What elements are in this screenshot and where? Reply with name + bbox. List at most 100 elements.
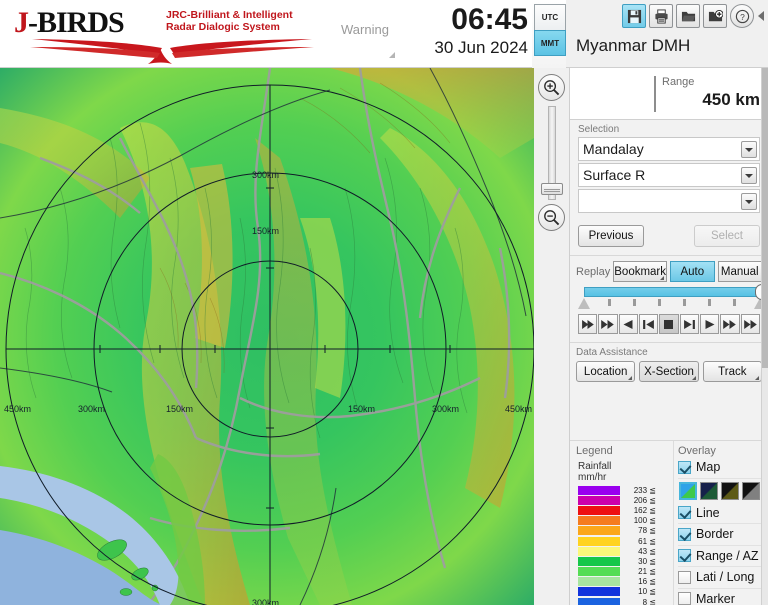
panel-collapse-arrow-icon[interactable] <box>758 11 764 21</box>
panel-scrollbar[interactable] <box>761 68 768 605</box>
zoom-slider-thumb[interactable] <box>541 183 563 195</box>
checkbox[interactable] <box>678 506 691 520</box>
range-divider <box>654 76 656 112</box>
print-button[interactable] <box>649 4 673 28</box>
panel-scrollbar-thumb[interactable] <box>762 68 768 368</box>
legend-title: Legend <box>576 445 613 457</box>
product-select-arrow[interactable] <box>741 167 757 184</box>
checkbox[interactable] <box>678 527 691 541</box>
legend-value: 206 ≦ <box>633 495 656 505</box>
track-button[interactable]: Track <box>702 361 762 382</box>
legend-swatch <box>578 485 620 495</box>
selection-buttons: Previous Select <box>570 221 768 255</box>
overlay-item-line[interactable]: Line <box>678 503 768 524</box>
help-button[interactable]: ? <box>730 4 754 28</box>
ring-label-top-300: 300km <box>252 170 279 180</box>
warning-panel[interactable]: Warning <box>336 0 398 68</box>
legend-row: 30 ≦ <box>576 556 673 566</box>
play-button[interactable] <box>699 314 720 334</box>
skip-end-button[interactable] <box>740 314 760 334</box>
overlay-item-marker[interactable]: Marker <box>678 589 768 605</box>
chevron-down-icon <box>745 147 753 152</box>
skip-start-icon <box>582 319 594 329</box>
help-icon: ? <box>735 9 749 23</box>
bird-graphic-icon <box>30 39 314 64</box>
logo-tagline: JRC-Brilliant & Intelligent Radar Dialog… <box>166 9 326 33</box>
overlay-item-border[interactable]: Border <box>678 524 768 546</box>
control-panel: Range 450 km Selection Mandalay Surface … <box>570 68 768 605</box>
zoom-in-button[interactable] <box>538 74 565 101</box>
site-select[interactable]: Mandalay <box>578 137 760 161</box>
legend-swatch <box>578 516 620 526</box>
overlay-item-label: Range / AZ <box>696 548 759 563</box>
rewind-button[interactable] <box>598 314 618 334</box>
logo-wordmark: J-BIRDS <box>14 6 125 40</box>
map-style-style-green[interactable] <box>679 481 697 500</box>
checkbox[interactable] <box>678 570 691 584</box>
ring-label-right-150: 150km <box>348 404 375 414</box>
site-select-arrow[interactable] <box>741 141 757 158</box>
map-style-style-navy[interactable] <box>700 481 718 500</box>
skip-end-icon <box>743 319 757 329</box>
timeline-track[interactable] <box>584 287 762 297</box>
product-select[interactable]: Surface R <box>578 163 760 187</box>
overlay-item-map[interactable]: Map <box>678 457 768 479</box>
timeline-slider[interactable] <box>578 284 768 312</box>
save-button[interactable] <box>622 4 646 28</box>
map-style-style-olive[interactable] <box>721 481 739 500</box>
timeline-start-marker[interactable] <box>578 298 590 309</box>
warning-label: Warning <box>341 22 389 37</box>
map-style-swatches <box>678 479 768 503</box>
timezone-mmt-button[interactable]: MMT <box>534 30 566 56</box>
bookmark-button[interactable]: Bookmark <box>613 261 668 282</box>
legend-swatch <box>578 505 620 515</box>
folder-open-icon <box>681 11 695 21</box>
fast-forward-icon <box>723 319 737 329</box>
radar-map-canvas[interactable]: 450km 300km 150km 150km 300km 450km 150k… <box>0 68 534 605</box>
timezone-toggle[interactable]: UTC MMT <box>534 4 566 58</box>
zoom-out-button[interactable] <box>538 204 565 231</box>
skip-start-button[interactable] <box>578 314 598 334</box>
warning-resize-corner <box>389 52 395 58</box>
open-button[interactable] <box>676 4 700 28</box>
step-back-button[interactable] <box>638 314 659 334</box>
logo-rest: -BIRDS <box>28 6 125 39</box>
play-back-button[interactable] <box>618 314 638 334</box>
legend-row: 43 ≦ <box>576 546 673 556</box>
overlay-item-label: Border <box>696 527 734 542</box>
dropdown-corner-icon <box>691 376 696 380</box>
new-folder-button[interactable] <box>703 4 727 28</box>
transport-controls <box>576 312 762 338</box>
ring-label-left-450: 450km <box>4 404 31 414</box>
dropdown-corner-icon <box>754 376 759 380</box>
xsection-button[interactable]: X-Section <box>639 361 699 382</box>
map-style-style-gray[interactable] <box>742 481 760 500</box>
checkbox[interactable] <box>678 549 691 563</box>
third-select-arrow[interactable] <box>741 193 757 210</box>
range-value: 450 km <box>702 90 760 109</box>
legend-row: 100 ≦ <box>576 516 673 526</box>
selection-label: Selection <box>578 124 620 135</box>
play-back-icon <box>623 319 633 329</box>
legend-value: 78 ≦ <box>638 526 656 536</box>
replay-manual-button[interactable]: Manual <box>717 261 762 282</box>
step-forward-button[interactable] <box>679 314 699 334</box>
checkbox[interactable] <box>678 592 691 605</box>
legend-swatch <box>578 546 620 556</box>
overlay-item-lati-long[interactable]: Lati / Long <box>678 567 768 589</box>
third-select[interactable] <box>578 189 760 213</box>
product-select-value: Surface R <box>583 167 646 183</box>
save-icon <box>627 9 641 23</box>
replay-auto-button[interactable]: Auto <box>670 261 715 282</box>
fast-forward-button[interactable] <box>720 314 740 334</box>
stop-button[interactable] <box>659 314 679 334</box>
location-button[interactable]: Location <box>576 361 636 382</box>
timezone-utc-button[interactable]: UTC <box>534 4 566 30</box>
legend-row: 16 ≦ <box>576 577 673 587</box>
legend-value: 100 ≦ <box>633 516 656 526</box>
previous-button[interactable]: Previous <box>578 225 644 247</box>
checkbox[interactable] <box>678 460 691 474</box>
overlay-item-range-az[interactable]: Range / AZ <box>678 546 768 567</box>
overlay-item-label: Lati / Long <box>696 570 755 585</box>
stop-icon <box>664 319 674 329</box>
